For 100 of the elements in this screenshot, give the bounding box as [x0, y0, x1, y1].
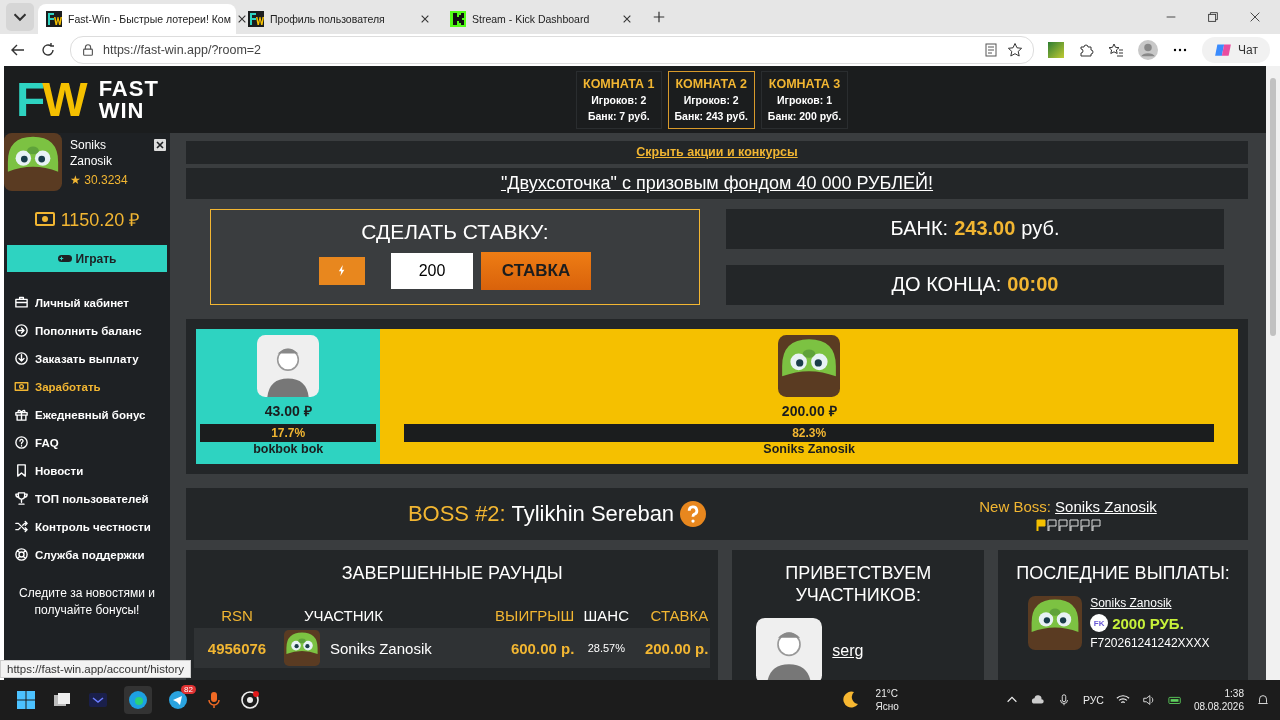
user-name[interactable]: Soniks Zanosik — [70, 137, 130, 169]
browser-tab[interactable]: Профиль пользователя — [240, 4, 438, 34]
new-boss-label: New Boss: — [979, 497, 1051, 515]
favicon-icon — [248, 11, 264, 27]
back-icon[interactable] — [10, 42, 26, 58]
menu-icon — [14, 323, 29, 338]
extension-icon[interactable] — [1048, 42, 1065, 58]
menu-icon — [14, 519, 29, 534]
player-amount: 200.00 ₽ — [781, 401, 837, 420]
sidebar-item[interactable]: Новости — [4, 460, 170, 481]
lock-icon — [81, 43, 95, 57]
sidebar-item[interactable]: Заказать выплату — [4, 348, 170, 369]
bank-value: 243.00 — [954, 217, 1016, 241]
restore-icon[interactable] — [1206, 10, 1220, 24]
sidebar-item[interactable]: Личный кабинет — [4, 292, 170, 313]
play-button[interactable]: Играть — [7, 245, 167, 272]
table-cell: Soniks Zanosik — [330, 639, 432, 657]
close-icon[interactable] — [236, 14, 247, 24]
avatar-silhouette — [257, 334, 320, 397]
scrollbar[interactable] — [1266, 66, 1280, 680]
table-cell-text: 200.00 р. — [643, 639, 710, 657]
room-tab[interactable]: КОМНАТА 2 Игроков: 2 Банк: 243 руб. — [667, 70, 755, 129]
player-amount: 43.00 ₽ — [264, 401, 312, 420]
menu-icon — [14, 491, 29, 506]
menu-icon — [14, 407, 29, 422]
language-indicator[interactable]: РУС — [1082, 694, 1104, 706]
column-header: СТАВКА — [649, 606, 710, 624]
reload-icon[interactable] — [40, 42, 56, 58]
bet-amount-field[interactable]: 200 — [391, 252, 473, 289]
sidebar-item[interactable]: Контроль честности — [4, 516, 170, 537]
bet-title: СДЕЛАТЬ СТАВКУ: — [361, 219, 549, 244]
new-tab-icon[interactable] — [652, 10, 666, 24]
welcome-title: ПРИВЕТСТВУЕМ УЧАСТНИКОВ: — [784, 562, 933, 606]
camera-app-icon[interactable] — [240, 690, 260, 710]
sidebar-item[interactable]: FAQ — [4, 432, 170, 453]
avatar-picture — [1028, 596, 1083, 650]
column-header: УЧАСТНИК — [303, 606, 385, 624]
favicon-icon — [46, 11, 62, 27]
menu-icon — [14, 351, 29, 366]
user-link[interactable]: Soniks Zanosik — [1090, 596, 1210, 610]
hide-promos-link[interactable]: Скрыть акции и конкурсы — [636, 145, 798, 160]
notification-badge: 82 — [181, 685, 196, 694]
browser-tab[interactable]: Stream - Kick Dashboard — [442, 4, 640, 34]
cloud-icon[interactable] — [1030, 693, 1045, 707]
avatar-picture — [778, 334, 841, 397]
browser-icon[interactable] — [124, 686, 152, 714]
user-rating: ★ 30.3234 — [70, 173, 129, 187]
menu-icon — [14, 379, 29, 394]
sidebar-item[interactable]: ТОП пользователей — [4, 488, 170, 509]
sidebar-item[interactable]: Заработать — [4, 376, 170, 397]
table-cell-text: 600.00 р. — [509, 639, 575, 657]
payout-amount: 2000 РУБ. — [1112, 614, 1184, 632]
table-row[interactable]: 4956076 Soniks Zanosik 600.00 р. 28.57% 200.00 р. — [194, 628, 711, 668]
close-icon[interactable] — [622, 14, 632, 24]
balance-amount: 1150.20 ₽ — [60, 209, 140, 231]
boss-title: BOSS #2: Tylikhin Sereban — [407, 501, 675, 528]
speaker-icon[interactable] — [1141, 693, 1156, 707]
menu-icon — [14, 435, 29, 450]
close-icon[interactable] — [154, 139, 166, 151]
room-tab[interactable]: КОМНАТА 1 Игроков: 2 Банк: 7 руб. — [576, 70, 662, 129]
column-header: ВЫИГРЫШ — [494, 606, 575, 624]
column-header: ШАНС — [582, 606, 631, 624]
column-header: RSN — [220, 606, 254, 624]
bank-unit: руб. — [1021, 217, 1060, 241]
sidebar-item[interactable]: Служба поддержки — [4, 544, 170, 565]
close-icon[interactable] — [420, 14, 430, 24]
player-name: bokbok bok — [253, 441, 324, 456]
gamepad-icon — [57, 254, 72, 263]
puzzle-icon[interactable] — [1078, 42, 1095, 58]
new-boss-link[interactable]: Soniks Zanosik — [1055, 497, 1157, 515]
sidebar-item[interactable]: Ежедневный бонус — [4, 404, 170, 425]
avatar-picture — [284, 630, 320, 666]
profile-icon[interactable] — [1138, 40, 1159, 60]
start-icon[interactable] — [16, 690, 36, 710]
money-icon — [34, 212, 55, 226]
table-cell-text: 4956076 — [206, 639, 268, 657]
room-tab[interactable]: КОМНАТА 3 Игроков: 1 Банк: 200 руб. — [760, 70, 849, 129]
payment-method-badge: FK — [1090, 614, 1109, 632]
star-icon[interactable] — [1007, 42, 1024, 58]
app-icon[interactable] — [88, 690, 108, 710]
notification-icon[interactable] — [1256, 693, 1270, 707]
bank-label: БАНК: — [890, 217, 949, 241]
status-url: https://fast-win.app/account/history — [0, 660, 192, 678]
menu-icon — [14, 295, 29, 310]
chat-button[interactable]: Чат — [1202, 37, 1270, 63]
weather-text: Ясно — [875, 700, 899, 713]
quick-bet-button[interactable] — [319, 256, 365, 285]
favicon-icon — [450, 11, 466, 27]
temperature: 21°C — [875, 687, 899, 700]
favorites-icon[interactable] — [1108, 42, 1125, 58]
sidebar-item[interactable]: Пополнить баланс — [4, 320, 170, 341]
telegram-icon[interactable] — [168, 690, 188, 710]
help-icon[interactable] — [680, 501, 707, 528]
user-link[interactable]: serg — [832, 642, 864, 660]
tab-list-icon[interactable] — [6, 3, 34, 31]
menu-icon — [14, 463, 29, 478]
address-field[interactable]: https://fast-win.app/?room=2 — [70, 36, 1035, 64]
bet-button[interactable]: СТАВКА — [481, 251, 591, 290]
sidebar-note: Следите за новостями и получайте бонусы! — [18, 585, 156, 619]
close-icon[interactable] — [1248, 10, 1262, 24]
